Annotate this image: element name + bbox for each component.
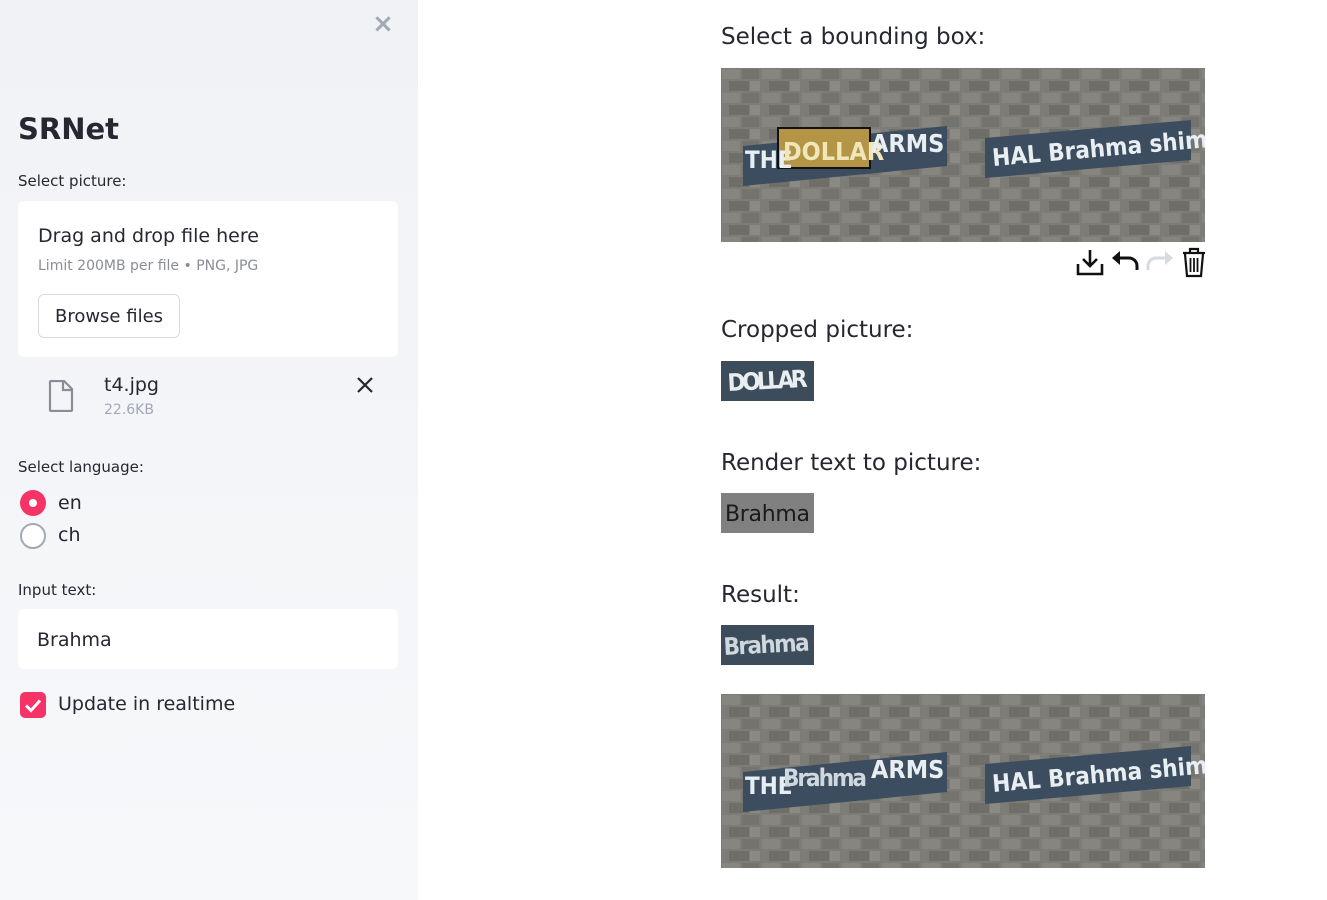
result-left-replaced: Brahma: [783, 764, 867, 792]
render-title: Render text to picture:: [721, 450, 982, 476]
download-icon[interactable]: [1074, 246, 1106, 278]
main-content: Select a bounding box: THE DOLLAR ARMS H…: [418, 0, 1327, 900]
realtime-label[interactable]: Update in realtime: [58, 693, 235, 715]
app-title: SRNet: [18, 112, 120, 146]
redo-icon[interactable]: [1144, 246, 1176, 278]
result-crop-text: Brahma: [723, 629, 810, 661]
close-sidebar-icon[interactable]: ×: [372, 11, 394, 37]
radio-en[interactable]: [20, 490, 46, 516]
src-left-selected: DOLLAR: [783, 137, 884, 166]
file-name: t4.jpg: [104, 374, 159, 396]
cropped-image: DOLLAR: [721, 361, 814, 401]
src-left-suffix: ARMS: [871, 129, 944, 158]
cropped-text: DOLLAR: [727, 365, 809, 397]
canvas-toolbar: [1074, 246, 1208, 280]
sidebar: × SRNet Select picture: Drag and drop fi…: [0, 0, 418, 900]
input-text-field[interactable]: Brahma: [18, 609, 398, 669]
result-image: THE Brahma ARMS HAL Brahma shim: [721, 694, 1205, 868]
trash-icon[interactable]: [1178, 246, 1210, 278]
select-language-label: Select language:: [18, 458, 144, 476]
file-size: 22.6KB: [104, 402, 154, 418]
bbox-canvas[interactable]: THE DOLLAR ARMS HAL Brahma shim: [721, 68, 1205, 242]
radio-ch-label[interactable]: ch: [58, 524, 81, 546]
remove-file-icon[interactable]: [354, 374, 376, 396]
cropped-title: Cropped picture:: [721, 317, 914, 343]
file-dropzone[interactable]: Drag and drop file here Limit 200MB per …: [18, 201, 398, 357]
file-icon: [48, 380, 74, 412]
dropzone-limit: Limit 200MB per file • PNG, JPG: [38, 258, 259, 274]
rendered-text: Brahma: [725, 502, 810, 527]
radio-en-label[interactable]: en: [58, 492, 82, 514]
browse-files-button[interactable]: Browse files: [38, 294, 180, 338]
rendered-image: Brahma: [721, 493, 814, 533]
result-left-suffix: ARMS: [871, 755, 944, 784]
bbox-title: Select a bounding box:: [721, 24, 986, 50]
input-text-label: Input text:: [18, 581, 97, 599]
result-title: Result:: [721, 582, 800, 608]
radio-ch[interactable]: [20, 523, 46, 549]
dropzone-title: Drag and drop file here: [38, 225, 259, 247]
undo-icon[interactable]: [1109, 246, 1141, 278]
uploaded-file: t4.jpg 22.6KB: [18, 370, 398, 426]
result-crop-image: Brahma: [721, 625, 814, 665]
realtime-checkbox[interactable]: [20, 692, 46, 718]
select-picture-label: Select picture:: [18, 172, 127, 190]
